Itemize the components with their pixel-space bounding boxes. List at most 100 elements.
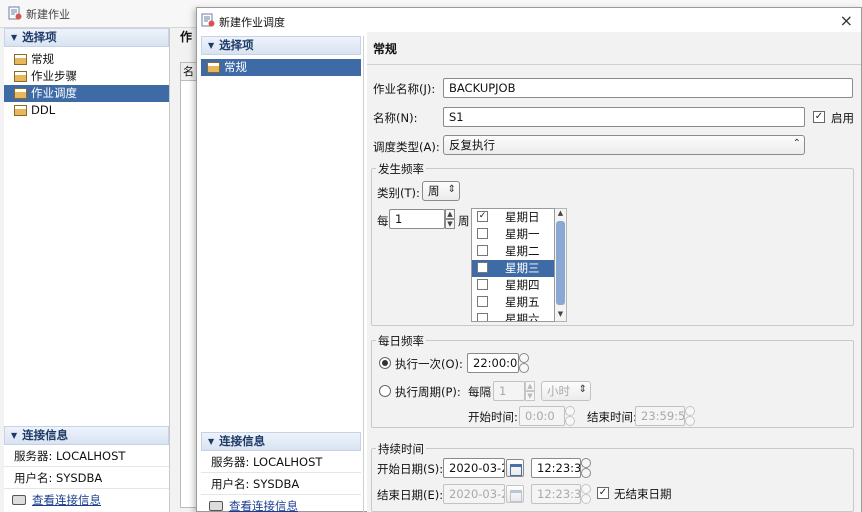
run-periodic-radio[interactable] <box>379 385 391 397</box>
collapse-triangle-icon: ▼ <box>208 437 215 446</box>
connection-icon <box>209 501 223 511</box>
weekday-item-sunday[interactable]: ✓ 星期日 <box>472 209 554 226</box>
updown-arrows-icon: ⇕ <box>578 384 587 395</box>
options-section-header[interactable]: ▼ 选择项 <box>4 28 169 47</box>
background-connection-panel: ▼ 连接信息 服务器: LOCALHOST 用户名: SYSDBA 查看连接信息 <box>4 426 169 511</box>
spin-down-icon[interactable] <box>519 363 529 373</box>
daily-frequency-group-title: 每日频率 <box>376 333 426 349</box>
enable-checkbox[interactable]: ✓ <box>813 111 825 123</box>
end-clock-field[interactable]: 12:23:37 <box>531 484 581 504</box>
options-section-header[interactable]: ▼ 选择项 <box>201 36 361 55</box>
end-date-field[interactable]: 2020-03-25 <box>443 484 505 504</box>
interval-field[interactable]: 1 <box>493 381 525 401</box>
spin-down-icon[interactable] <box>581 468 591 478</box>
start-clock-field[interactable]: 12:23:37 <box>531 458 581 478</box>
collapse-triangle-icon: ▼ <box>208 41 215 50</box>
spin-up-icon[interactable] <box>519 353 529 363</box>
interval-unit-select[interactable]: 小时 ⇕ <box>541 381 591 401</box>
tree-item-general[interactable]: 常规 <box>12 51 161 68</box>
weekday-item-tuesday[interactable]: 星期二 <box>472 243 554 260</box>
weekday-scrollbar[interactable]: ▲ ▼ <box>555 208 567 322</box>
spin-up-icon[interactable]: ▲ <box>525 381 535 391</box>
weekday-checkbox[interactable]: ✓ <box>477 211 488 222</box>
week-unit-label: 周 <box>458 214 470 228</box>
category-select[interactable]: 周 ⇕ <box>422 181 460 201</box>
weekday-checkbox[interactable] <box>477 296 488 307</box>
start-time-spinner[interactable] <box>565 406 575 426</box>
end-time-field[interactable]: 23:59:59 <box>635 406 685 426</box>
spin-down-icon[interactable] <box>685 416 695 426</box>
start-clock-spinner[interactable] <box>581 458 591 478</box>
schedule-type-select[interactable]: 反复执行 ⌃ <box>443 135 805 155</box>
spin-up-icon[interactable] <box>581 458 591 468</box>
spin-up-icon[interactable] <box>565 406 575 416</box>
weekday-checkbox[interactable]: ✓ <box>477 262 488 273</box>
weekday-item-monday[interactable]: 星期一 <box>472 226 554 243</box>
view-connection-link[interactable]: 查看连接信息 <box>4 489 169 511</box>
weekday-checkbox[interactable] <box>477 228 488 239</box>
spin-up-icon[interactable] <box>685 406 695 416</box>
close-icon[interactable]: × <box>840 11 853 30</box>
name-label: 名称(N): <box>373 111 418 125</box>
scroll-up-icon[interactable]: ▲ <box>555 209 566 220</box>
no-end-date-checkbox[interactable]: ✓ <box>597 487 609 499</box>
background-section-label: 作 <box>180 30 193 44</box>
spin-down-icon[interactable]: ▼ <box>525 391 535 401</box>
scrollbar-thumb[interactable] <box>556 221 565 305</box>
run-periodic-label: 执行周期(P): <box>395 385 461 399</box>
weekday-item-wednesday[interactable]: ✓ 星期三 <box>472 260 554 277</box>
tree-item-job-schedule[interactable]: 作业调度 <box>4 85 169 102</box>
weekday-item-saturday[interactable]: 星期六 <box>472 311 554 321</box>
check-icon: ✓ <box>598 487 608 498</box>
spin-up-icon[interactable] <box>581 484 591 494</box>
start-time-field[interactable]: 0:0:0 <box>519 406 565 426</box>
page-node-icon <box>14 105 27 116</box>
weekday-item-thursday[interactable]: 星期四 <box>472 277 554 294</box>
spin-down-icon[interactable]: ▼ <box>445 219 455 229</box>
run-once-time-field[interactable]: 22:00:00 <box>467 353 519 373</box>
page-node-icon <box>14 71 27 82</box>
new-schedule-dialog: 新建作业调度 × ▼ 选择项 常规 ▼ 连接信息 服务器: LOCALHOST 用户… <box>196 7 862 512</box>
category-label: 类别(T): <box>377 186 420 200</box>
dialog-titlebar: 新建作业调度 × <box>197 8 861 32</box>
tree-item-job-steps[interactable]: 作业步骤 <box>12 68 161 85</box>
tree-item-general[interactable]: 常规 <box>201 59 361 76</box>
dialog-options-tree: 常规 <box>201 55 361 80</box>
background-main-area: 作 名 <box>172 28 200 512</box>
run-once-radio[interactable] <box>379 357 391 369</box>
page-node-icon <box>14 54 27 65</box>
end-clock-spinner[interactable] <box>581 484 591 504</box>
spin-up-icon[interactable]: ▲ <box>445 209 455 219</box>
spin-down-icon[interactable] <box>565 416 575 426</box>
job-app-icon <box>8 6 22 20</box>
check-icon: ✓ <box>814 111 824 122</box>
view-connection-link[interactable]: 查看连接信息 <box>201 495 361 512</box>
weekday-item-friday[interactable]: 星期五 <box>472 294 554 311</box>
calendar-icon[interactable] <box>506 485 524 503</box>
every-weeks-spinner[interactable]: ▲ ▼ <box>445 209 455 229</box>
user-info: 用户名: SYSDBA <box>201 473 361 495</box>
end-time-label: 结束时间: <box>587 410 637 424</box>
panel-divider[interactable] <box>363 36 364 512</box>
weekday-checkbox[interactable] <box>477 313 488 321</box>
name-field[interactable]: S1 <box>443 107 805 127</box>
run-once-time-spinner[interactable] <box>519 353 529 373</box>
scroll-down-icon[interactable]: ▼ <box>555 310 566 321</box>
weekday-checkbox[interactable] <box>477 279 488 290</box>
calendar-icon[interactable] <box>506 459 524 477</box>
end-time-spinner[interactable] <box>685 406 695 426</box>
every-weeks-field[interactable]: 1 <box>389 209 445 229</box>
connection-section-header[interactable]: ▼ 连接信息 <box>201 432 361 451</box>
weekday-checkbox[interactable] <box>477 245 488 256</box>
weekday-list[interactable]: ✓ 星期日 星期一 星期二 ✓ 星期三 星期四 星期五 星期六 <box>471 208 555 322</box>
server-info: 服务器: LOCALHOST <box>4 445 169 467</box>
page-title: 常规 <box>373 42 398 56</box>
tree-item-ddl[interactable]: DDL <box>12 102 161 119</box>
connection-icon <box>12 495 26 505</box>
spin-down-icon[interactable] <box>581 494 591 504</box>
start-date-field[interactable]: 2020-03-25 <box>443 458 505 478</box>
job-app-icon <box>201 13 215 27</box>
interval-spinner[interactable]: ▲ ▼ <box>525 381 535 401</box>
job-name-field[interactable]: BACKUPJOB <box>443 78 853 98</box>
connection-section-header[interactable]: ▼ 连接信息 <box>4 426 169 445</box>
